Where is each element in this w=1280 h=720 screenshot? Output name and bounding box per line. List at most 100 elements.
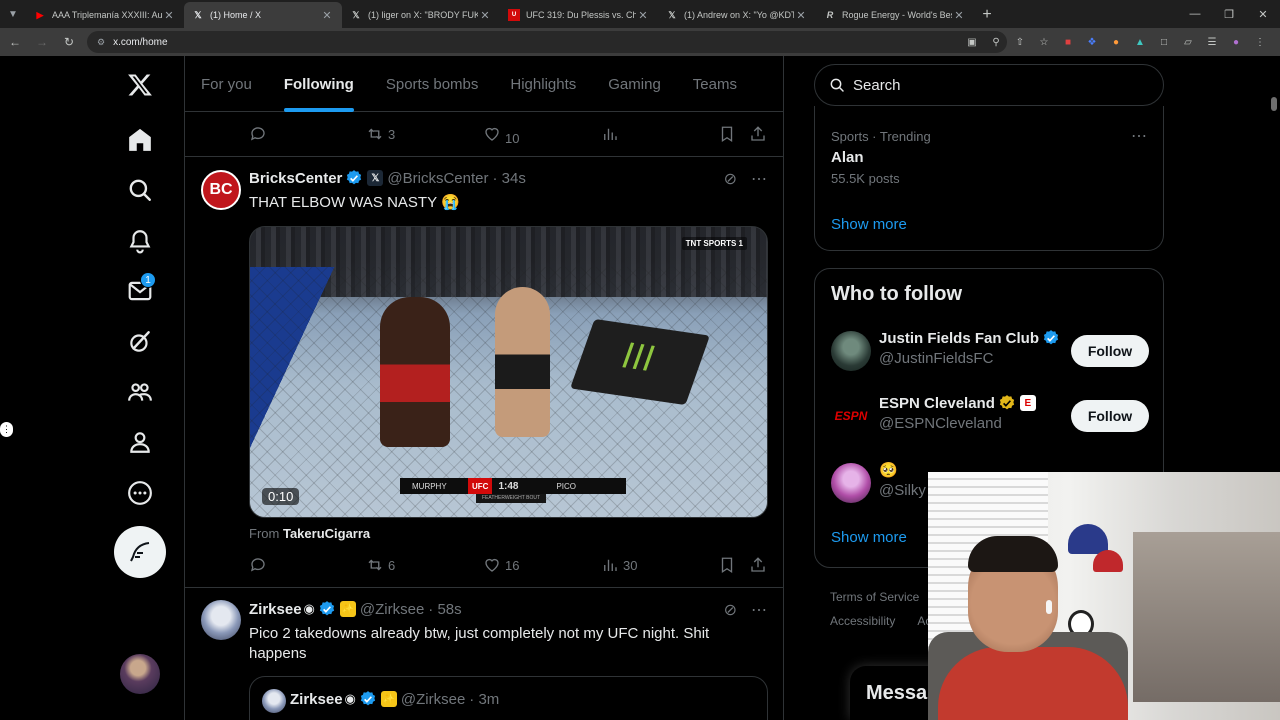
- account-avatar[interactable]: [120, 654, 160, 694]
- author-handle[interactable]: @Zirksee: [360, 601, 424, 618]
- follow-suggestion[interactable]: ESPN ESPN Cleveland E @ESPNCleveland Fol…: [831, 392, 1149, 442]
- author-name[interactable]: BricksCenter: [249, 170, 342, 187]
- tab-for-you[interactable]: For you: [185, 56, 268, 112]
- trends-show-more[interactable]: Show more: [831, 216, 907, 233]
- video-player[interactable]: TNT SPORTS 1 MURPHY UFC 1:48 PICO FEATHE…: [249, 226, 768, 518]
- reply-button[interactable]: [249, 556, 267, 574]
- extension-orange-icon[interactable]: ●: [1106, 32, 1126, 52]
- ufc-icon: U: [508, 9, 520, 21]
- back-arrow-icon[interactable]: ←: [3, 30, 27, 54]
- who-to-follow-show-more[interactable]: Show more: [831, 529, 907, 546]
- nav-messages[interactable]: 1: [110, 266, 170, 316]
- close-tab-icon[interactable]: ✕: [952, 9, 966, 22]
- views-button[interactable]: [601, 125, 619, 143]
- site-info-icon[interactable]: ⚙: [97, 37, 105, 48]
- retweet-button[interactable]: 3: [366, 125, 395, 143]
- views-button[interactable]: 30: [601, 556, 637, 574]
- close-tab-icon[interactable]: ✕: [478, 9, 492, 22]
- browser-tab-active[interactable]: 𝕏 (1) Home / X ✕: [184, 2, 342, 28]
- bookmark-button[interactable]: [718, 125, 736, 143]
- bookmark-star-icon[interactable]: ☆: [1034, 32, 1054, 52]
- author-name[interactable]: Zirksee: [249, 601, 302, 618]
- tab-search-button[interactable]: ▼: [0, 0, 26, 28]
- browser-menu-icon[interactable]: ⋮: [1250, 32, 1270, 52]
- close-window-icon[interactable]: ✕: [1246, 0, 1280, 28]
- tab-teams[interactable]: Teams: [677, 56, 753, 112]
- video-source-user[interactable]: TakeruCigarra: [283, 526, 370, 541]
- quoted-header: Zirksee ◉ ✨ @Zirksee · 3m: [290, 690, 500, 708]
- nav-grok[interactable]: [110, 317, 170, 367]
- search-input[interactable]: Search: [814, 64, 1164, 106]
- nav-explore[interactable]: [110, 165, 170, 215]
- zoom-icon[interactable]: ⚲: [986, 32, 1006, 52]
- nav-home[interactable]: [110, 115, 170, 165]
- like-button[interactable]: 10: [483, 125, 519, 146]
- browser-tab[interactable]: 𝕏 (1) Andrew on X: "Yo @KDTrey5 ✕: [658, 2, 816, 28]
- reply-button[interactable]: [249, 125, 267, 143]
- cast-icon[interactable]: ▣: [962, 32, 982, 52]
- url-input[interactable]: ⚙ x.com/home: [87, 31, 1007, 53]
- tab-gaming[interactable]: Gaming: [592, 56, 677, 112]
- close-tab-icon[interactable]: ✕: [636, 9, 650, 22]
- extension-teal-icon[interactable]: ▲: [1130, 32, 1150, 52]
- grok-icon: [130, 331, 150, 352]
- browser-tab[interactable]: 𝕏 (1) liger on X: "BRODY FUKN SH ✕: [342, 2, 500, 28]
- verified-badge-icon: [360, 691, 376, 706]
- share-button[interactable]: [749, 125, 767, 143]
- quoted-avatar[interactable]: [262, 689, 286, 713]
- follow-button[interactable]: Follow: [1071, 335, 1149, 367]
- share-button[interactable]: [749, 556, 767, 574]
- extension-gray-icon[interactable]: □: [1154, 32, 1174, 52]
- reload-icon[interactable]: ↻: [57, 30, 81, 54]
- compose-post-button[interactable]: [114, 526, 166, 578]
- tweet-timestamp[interactable]: · 58s: [428, 601, 461, 618]
- close-tab-icon[interactable]: ✕: [320, 9, 334, 22]
- tweet-timestamp[interactable]: · 34s: [492, 170, 525, 187]
- scrollbar-thumb[interactable]: [1271, 97, 1277, 111]
- browser-tab[interactable]: ▶ AAA Triplemanía XXXIII: Aug. 16 ✕: [26, 2, 184, 28]
- close-tab-icon[interactable]: ✕: [794, 9, 808, 22]
- forward-arrow-icon[interactable]: →: [30, 30, 54, 54]
- like-button[interactable]: 16: [483, 556, 519, 574]
- browser-tab[interactable]: R Rogue Energy - World's Best Ga ✕: [816, 2, 974, 28]
- follow-suggestion[interactable]: Justin Fields Fan Club @JustinFieldsFC F…: [831, 327, 1149, 377]
- close-tab-icon[interactable]: ✕: [162, 9, 176, 22]
- suggestion-avatar[interactable]: [831, 463, 871, 503]
- terms-link[interactable]: Terms of Service: [830, 585, 931, 609]
- bookmark-button[interactable]: [718, 556, 736, 574]
- more-dots-icon[interactable]: ⋯: [1131, 126, 1147, 146]
- grok-explain-icon[interactable]: ⊘: [724, 169, 737, 189]
- nav-communities[interactable]: [110, 367, 170, 417]
- share-icon[interactable]: ⇧: [1010, 32, 1030, 52]
- more-circle-icon: [128, 481, 152, 505]
- zirksee-avatar[interactable]: [201, 600, 241, 640]
- browser-profile-icon[interactable]: ●: [1226, 32, 1246, 52]
- new-tab-button[interactable]: +: [974, 2, 1000, 28]
- extension-blue-icon[interactable]: ❖: [1082, 32, 1102, 52]
- extension-red-icon[interactable]: ■: [1058, 32, 1078, 52]
- quoted-tweet[interactable]: Zirksee ◉ ✨ @Zirksee · 3m: [249, 676, 768, 720]
- accessibility-link[interactable]: Accessibility: [830, 609, 895, 633]
- more-dots-icon[interactable]: ⋯: [751, 169, 767, 189]
- nav-more[interactable]: [110, 468, 170, 518]
- extensions-puzzle-icon[interactable]: ▱: [1178, 32, 1198, 52]
- accessibility-helper-icon[interactable]: ⋮: [0, 422, 13, 437]
- tab-following[interactable]: Following: [268, 56, 370, 112]
- grok-explain-icon[interactable]: ⊘: [724, 600, 737, 620]
- sidebar-panel-icon[interactable]: ☰: [1202, 32, 1222, 52]
- tab-highlights[interactable]: Highlights: [494, 56, 592, 112]
- retweet-button[interactable]: 6: [366, 556, 395, 574]
- suggestion-avatar[interactable]: [831, 331, 871, 371]
- nav-profile[interactable]: [110, 417, 170, 467]
- more-dots-icon[interactable]: ⋯: [751, 600, 767, 620]
- nav-notifications[interactable]: [110, 216, 170, 266]
- bricks-center-avatar[interactable]: BC: [201, 170, 241, 210]
- x-logo-home-link[interactable]: [110, 60, 170, 110]
- restore-icon[interactable]: ❐: [1212, 0, 1246, 28]
- espn-logo-icon[interactable]: ESPN: [831, 396, 871, 436]
- browser-tab[interactable]: U UFC 319: Du Plessis vs. Chimaev ✕: [500, 2, 658, 28]
- tab-sports-bombs[interactable]: Sports bombs: [370, 56, 495, 112]
- author-handle[interactable]: @BricksCenter: [387, 170, 488, 187]
- follow-button[interactable]: Follow: [1071, 400, 1149, 432]
- minimize-icon[interactable]: —: [1178, 0, 1212, 28]
